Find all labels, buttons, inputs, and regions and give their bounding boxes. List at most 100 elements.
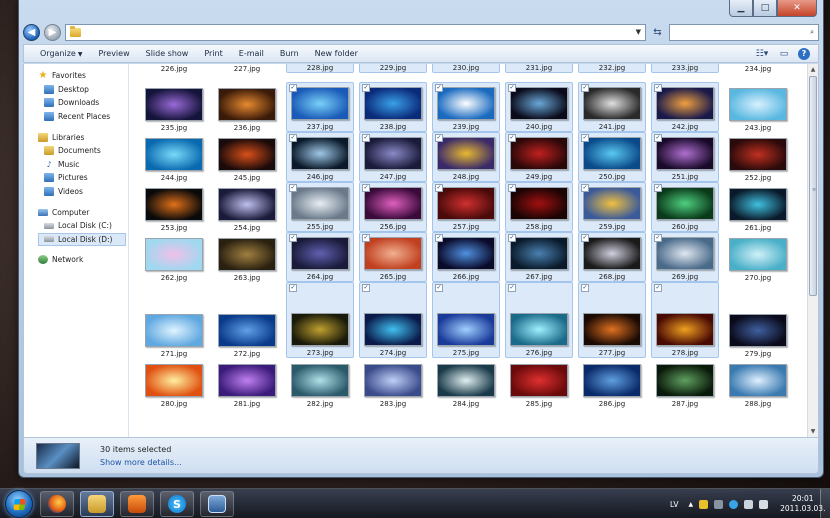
show-desktop-button[interactable]	[820, 489, 830, 518]
file-item[interactable]: 261.jpg	[724, 182, 792, 232]
file-item[interactable]: ✓ 248.jpg	[432, 132, 500, 182]
file-item[interactable]: 286.jpg	[578, 358, 646, 408]
vertical-scrollbar[interactable]: ▲ ≡ ▼	[807, 64, 818, 437]
nav-pictures[interactable]: Pictures	[24, 171, 128, 185]
tray-app-icon[interactable]	[714, 499, 724, 509]
select-checkbox[interactable]: ✓	[654, 84, 662, 92]
file-item[interactable]: 287.jpg	[651, 358, 719, 408]
nav-libraries[interactable]: Libraries	[24, 130, 128, 144]
clock[interactable]: 20:01 2011.03.03.	[780, 494, 825, 514]
file-item[interactable]: ✓ 268.jpg	[578, 232, 646, 282]
address-bar[interactable]: ▼	[65, 23, 646, 41]
file-item[interactable]: 245.jpg	[213, 132, 281, 182]
file-item[interactable]: ✓ 259.jpg	[578, 182, 646, 232]
select-checkbox[interactable]: ✓	[289, 134, 297, 142]
select-checkbox[interactable]: ✓	[289, 84, 297, 92]
select-checkbox[interactable]: ✓	[362, 134, 370, 142]
scroll-down-button[interactable]: ▼	[808, 426, 818, 437]
file-item[interactable]: ✓ 267.jpg	[505, 232, 573, 282]
file-item[interactable]: 235.jpg	[140, 82, 208, 132]
file-item[interactable]: ✓ 251.jpg	[651, 132, 719, 182]
file-item[interactable]: 270.jpg	[724, 232, 792, 282]
select-checkbox[interactable]: ✓	[581, 84, 589, 92]
file-item[interactable]: 234.jpg	[724, 64, 792, 73]
file-item[interactable]: ✓ 247.jpg	[359, 132, 427, 182]
address-dropdown-icon[interactable]: ▼	[636, 28, 641, 36]
file-item[interactable]: 233.jpg	[651, 64, 719, 73]
new-folder-button[interactable]: New folder	[307, 49, 366, 58]
nav-local-disk-d[interactable]: Local Disk (D:)	[38, 232, 126, 247]
nav-downloads[interactable]: Downloads	[24, 96, 128, 110]
nav-documents[interactable]: Documents	[24, 144, 128, 158]
file-item[interactable]: 236.jpg	[213, 82, 281, 132]
help-icon[interactable]: ?	[798, 47, 810, 60]
scrollbar-thumb[interactable]: ≡	[809, 76, 817, 296]
maximize-button[interactable]: □	[753, 0, 777, 17]
language-indicator[interactable]: LV	[670, 500, 679, 509]
file-item[interactable]: 285.jpg	[505, 358, 573, 408]
burn-button[interactable]: Burn	[272, 49, 307, 58]
file-item[interactable]: ✓ 260.jpg	[651, 182, 719, 232]
preview-pane-icon[interactable]: ▭	[776, 47, 792, 60]
select-checkbox[interactable]: ✓	[289, 184, 297, 192]
select-checkbox[interactable]: ✓	[435, 234, 443, 242]
file-item[interactable]: ✓ 240.jpg	[505, 82, 573, 132]
file-item[interactable]: ✓ 269.jpg	[651, 232, 719, 282]
file-item[interactable]: ✓ 249.jpg	[505, 132, 573, 182]
file-item[interactable]: 229.jpg	[359, 64, 427, 73]
select-checkbox[interactable]: ✓	[362, 184, 370, 192]
taskbar-media-player[interactable]	[120, 491, 154, 517]
file-item[interactable]: 279.jpg	[724, 282, 792, 358]
file-item[interactable]: 282.jpg	[286, 358, 354, 408]
volume-icon[interactable]	[759, 499, 769, 509]
close-button[interactable]: ✕	[777, 0, 817, 17]
print-button[interactable]: Print	[196, 49, 230, 58]
select-checkbox[interactable]: ✓	[581, 134, 589, 142]
nav-computer[interactable]: Computer	[24, 205, 128, 219]
search-input[interactable]: ⌕	[669, 23, 819, 41]
select-checkbox[interactable]: ✓	[362, 84, 370, 92]
select-checkbox[interactable]: ✓	[508, 284, 516, 292]
file-item[interactable]: 231.jpg	[505, 64, 573, 73]
file-item[interactable]: ✓ 274.jpg	[359, 282, 427, 358]
start-button[interactable]	[5, 490, 33, 518]
select-checkbox[interactable]: ✓	[435, 184, 443, 192]
back-button[interactable]: ◀	[23, 23, 40, 41]
organize-button[interactable]: Organize ▼	[32, 49, 90, 58]
forward-button[interactable]: ▶	[44, 23, 61, 41]
view-options-icon[interactable]: ☷▾	[754, 47, 770, 60]
file-item[interactable]: 230.jpg	[432, 64, 500, 73]
select-checkbox[interactable]: ✓	[289, 234, 297, 242]
nav-desktop[interactable]: Desktop	[24, 83, 128, 97]
file-item[interactable]: ✓ 246.jpg	[286, 132, 354, 182]
scroll-up-button[interactable]: ▲	[808, 64, 818, 75]
file-item[interactable]: 254.jpg	[213, 182, 281, 232]
select-checkbox[interactable]: ✓	[581, 234, 589, 242]
nav-recent-places[interactable]: Recent Places	[24, 110, 128, 124]
file-item[interactable]: 227.jpg	[213, 64, 281, 73]
file-item[interactable]: ✓ 256.jpg	[359, 182, 427, 232]
file-item[interactable]: 253.jpg	[140, 182, 208, 232]
file-item[interactable]: ✓ 237.jpg	[286, 82, 354, 132]
nav-local-disk-c[interactable]: Local Disk (C:)	[24, 219, 128, 233]
file-item[interactable]: ✓ 258.jpg	[505, 182, 573, 232]
select-checkbox[interactable]: ✓	[508, 84, 516, 92]
select-checkbox[interactable]: ✓	[654, 134, 662, 142]
file-item[interactable]: ✓ 242.jpg	[651, 82, 719, 132]
file-item[interactable]: ✓ 257.jpg	[432, 182, 500, 232]
nav-favorites[interactable]: ★ Favorites	[24, 69, 128, 83]
file-item[interactable]: 288.jpg	[724, 358, 792, 408]
file-item[interactable]: ✓ 277.jpg	[578, 282, 646, 358]
file-item[interactable]: 243.jpg	[724, 82, 792, 132]
file-item[interactable]: 272.jpg	[213, 282, 281, 358]
select-checkbox[interactable]: ✓	[435, 134, 443, 142]
file-item[interactable]: ✓ 275.jpg	[432, 282, 500, 358]
file-item[interactable]: ✓ 264.jpg	[286, 232, 354, 282]
select-checkbox[interactable]: ✓	[362, 284, 370, 292]
file-item[interactable]: 232.jpg	[578, 64, 646, 73]
select-checkbox[interactable]: ✓	[508, 134, 516, 142]
file-item[interactable]: ✓ 241.jpg	[578, 82, 646, 132]
taskbar-explorer[interactable]	[80, 491, 114, 517]
slideshow-button[interactable]: Slide show	[138, 49, 197, 58]
file-item[interactable]: ✓ 273.jpg	[286, 282, 354, 358]
